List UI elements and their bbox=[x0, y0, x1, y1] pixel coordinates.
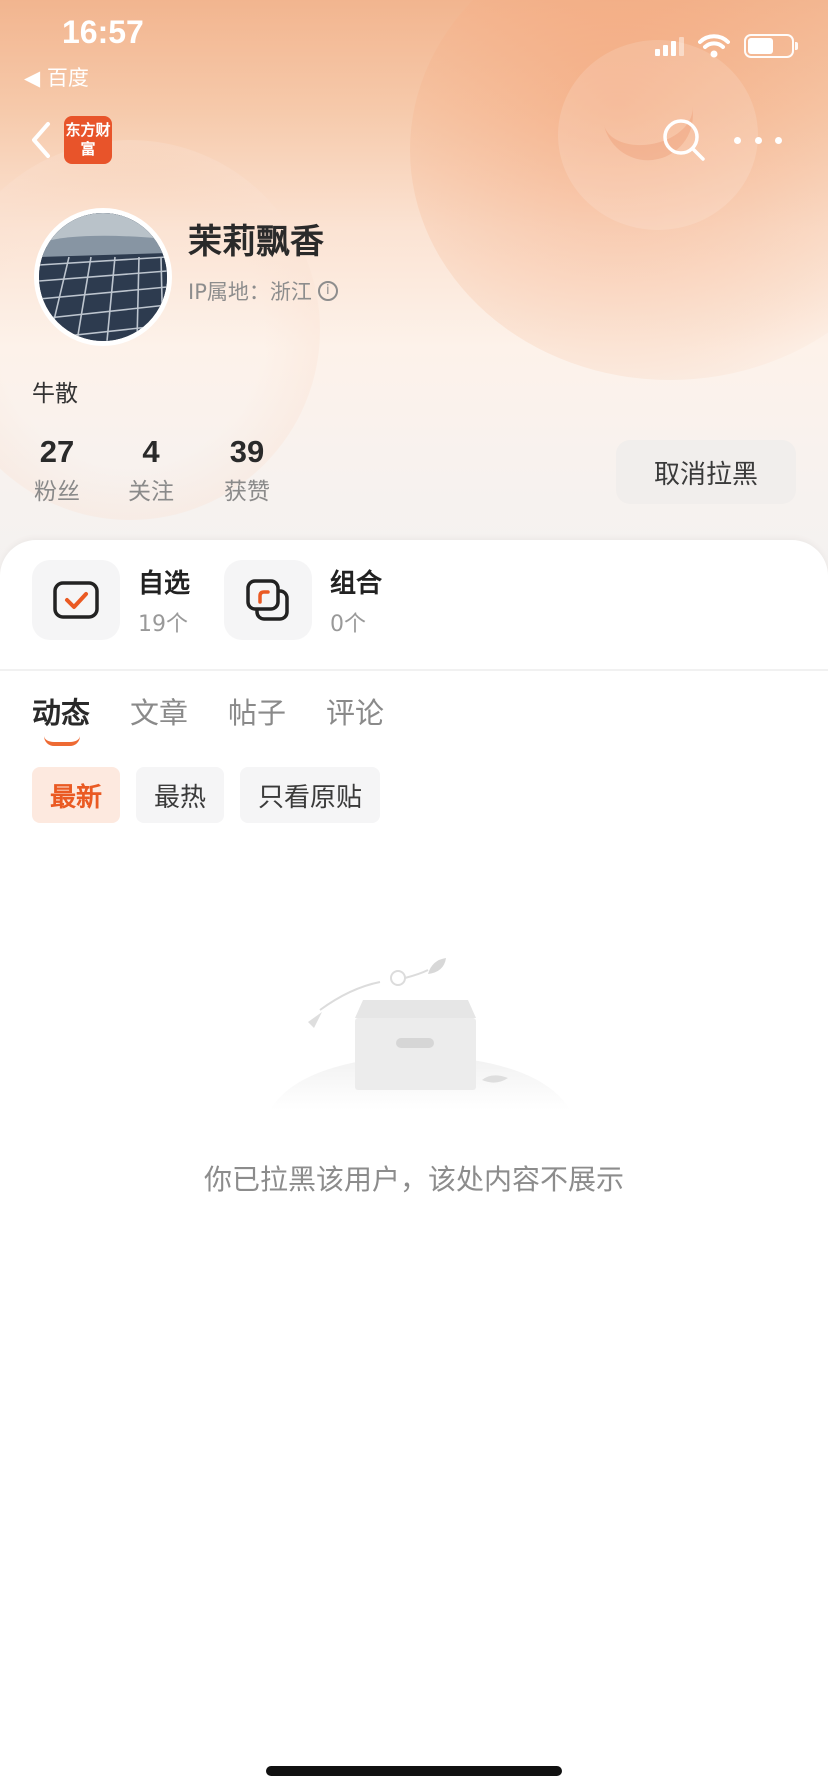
battery-icon bbox=[744, 34, 798, 58]
tab-label: 评论 bbox=[326, 696, 385, 730]
content-tabs: 动态 文章 帖子 评论 bbox=[32, 690, 384, 746]
wifi-icon bbox=[698, 34, 730, 58]
stat-value: 4 bbox=[142, 434, 160, 469]
avatar[interactable] bbox=[34, 208, 172, 346]
active-tab-indicator bbox=[44, 736, 80, 746]
stat-following[interactable]: 4 关注 bbox=[128, 434, 174, 506]
empty-box-illustration bbox=[270, 958, 570, 1110]
ip-location: IP属地：浙江 i bbox=[188, 276, 338, 306]
status-time: 16:57 bbox=[62, 14, 144, 50]
stat-label: 获赞 bbox=[224, 479, 270, 505]
watchlist-entry[interactable]: 自选 19个 bbox=[32, 560, 190, 640]
content-card: 自选 19个 组合 0个 动态 文章 帖子 评论 最新 最热 只看原贴 你已拉黑… bbox=[0, 540, 828, 1792]
tab-activity[interactable]: 动态 bbox=[32, 690, 91, 746]
watchlist-count: 19个 bbox=[138, 611, 188, 637]
avatar-image bbox=[39, 213, 167, 341]
tab-comments[interactable]: 评论 bbox=[326, 690, 384, 732]
stat-followers[interactable]: 27 粉丝 bbox=[34, 434, 80, 506]
portfolio-title: 组合 bbox=[330, 568, 383, 599]
tab-posts[interactable]: 帖子 bbox=[228, 690, 286, 732]
empty-state-message: 你已拉黑该用户，该处内容不展示 bbox=[203, 1163, 624, 1196]
stat-value: 39 bbox=[229, 434, 265, 469]
user-bio: 牛散 bbox=[32, 381, 78, 407]
portfolio-entry[interactable]: 组合 0个 bbox=[224, 560, 382, 640]
status-icons bbox=[655, 34, 798, 58]
home-indicator[interactable] bbox=[266, 1766, 562, 1776]
divider bbox=[0, 669, 828, 671]
stat-value: 27 bbox=[39, 434, 75, 469]
tab-label: 帖子 bbox=[228, 696, 287, 730]
unblock-button[interactable]: 取消拉黑 bbox=[616, 440, 796, 504]
back-arrow-icon[interactable] bbox=[26, 118, 56, 162]
tab-label: 动态 bbox=[32, 696, 91, 730]
filter-original-only[interactable]: 只看原贴 bbox=[240, 767, 381, 823]
stat-label: 粉丝 bbox=[34, 479, 80, 505]
stat-label: 关注 bbox=[128, 479, 174, 505]
sort-filters: 最新 最热 只看原贴 bbox=[32, 767, 381, 823]
tab-articles[interactable]: 文章 bbox=[130, 690, 188, 732]
portfolio-count: 0个 bbox=[330, 611, 366, 637]
portfolio-icon bbox=[224, 560, 312, 640]
watchlist-icon bbox=[32, 560, 120, 640]
stat-likes[interactable]: 39 获赞 bbox=[224, 434, 270, 506]
filter-latest[interactable]: 最新 bbox=[32, 767, 121, 823]
more-options-icon[interactable] bbox=[734, 128, 782, 152]
info-icon[interactable]: i bbox=[317, 281, 338, 301]
tab-label: 文章 bbox=[130, 696, 189, 730]
cellular-signal-icon bbox=[655, 36, 684, 56]
watchlist-title: 自选 bbox=[138, 568, 191, 599]
search-icon[interactable] bbox=[660, 116, 708, 164]
username: 茉莉飘香 bbox=[188, 222, 324, 262]
ip-location-text: IP属地：浙江 bbox=[188, 280, 312, 304]
app-logo: 东方财富 bbox=[64, 116, 112, 164]
back-to-app-link[interactable]: ◀ 百度 bbox=[24, 62, 89, 92]
filter-hottest[interactable]: 最热 bbox=[136, 767, 225, 823]
